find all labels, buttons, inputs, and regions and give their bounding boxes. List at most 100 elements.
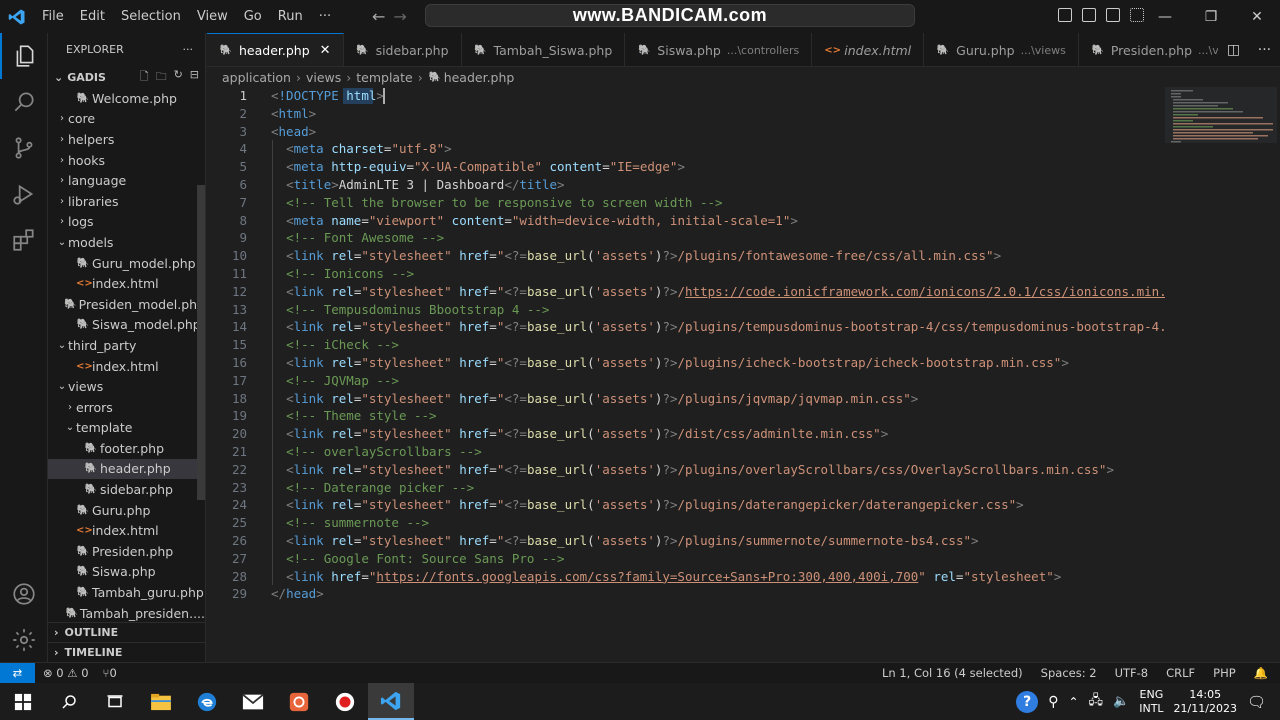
menu-view[interactable]: View xyxy=(189,0,236,33)
new-folder-icon[interactable]: 🗀 xyxy=(156,68,167,87)
menu-run[interactable]: Run xyxy=(270,0,311,33)
more-actions-icon[interactable]: ··· xyxy=(1258,42,1271,58)
action-center-icon[interactable]: 🗨 xyxy=(1247,693,1266,711)
mail-icon[interactable] xyxy=(230,683,276,720)
explorer-scrollbar[interactable] xyxy=(197,185,205,500)
account-icon[interactable] xyxy=(0,571,48,617)
forward-arrow-icon[interactable]: → xyxy=(393,7,406,26)
menu-go[interactable]: Go xyxy=(236,0,270,33)
tree-file[interactable]: <> index.html xyxy=(48,520,205,541)
cursor-position[interactable]: Ln 1, Col 16 (4 selected) xyxy=(882,666,1023,680)
volume-icon[interactable]: 🔈 xyxy=(1113,694,1129,709)
tab-close-icon[interactable]: ✕ xyxy=(320,43,331,58)
tab-guru-php[interactable]: 🐘 Guru.php ...\views xyxy=(924,33,1079,66)
show-hidden-icons-icon[interactable]: ⌃ xyxy=(1068,695,1078,709)
tree-folder[interactable]: › helpers xyxy=(48,129,205,150)
split-editor-icon[interactable]: ◫ xyxy=(1227,42,1240,58)
source-control-icon[interactable] xyxy=(0,125,48,171)
explorer-icon[interactable] xyxy=(0,33,48,79)
tree-folder[interactable]: ⌄ models xyxy=(48,232,205,253)
tree-folder[interactable]: › errors xyxy=(48,397,205,418)
input-language[interactable]: ENG INTL xyxy=(1139,688,1163,716)
tab-tambah-siswa-php[interactable]: 🐘 Tambah_Siswa.php xyxy=(462,33,626,66)
tree-file[interactable]: 🐘 footer.php xyxy=(48,438,205,459)
refresh-icon[interactable]: ↻ xyxy=(174,68,183,87)
taskbar-search-icon[interactable] xyxy=(46,683,92,720)
ports-indicator[interactable]: ⑂0 xyxy=(103,666,117,680)
command-center-search[interactable]: www.BANDICAM.com xyxy=(425,4,915,27)
tree-file[interactable]: 🐘 Presiden.php xyxy=(48,541,205,562)
menu-selection[interactable]: Selection xyxy=(113,0,189,33)
indentation[interactable]: Spaces: 2 xyxy=(1041,666,1097,680)
tree-folder[interactable]: ⌄ views xyxy=(48,376,205,397)
tree-file[interactable]: <> index.html xyxy=(48,356,205,377)
toggle-panel-icon[interactable] xyxy=(1082,8,1096,22)
collapse-all-icon[interactable]: ⊟ xyxy=(190,68,199,87)
tree-file[interactable]: 🐘 Guru.php xyxy=(48,500,205,521)
vscode-taskbar-icon[interactable] xyxy=(368,683,414,720)
tree-file[interactable]: 🐘 Tambah_presiden.... xyxy=(48,603,205,624)
tree-file[interactable]: 🐘 sidebar.php xyxy=(48,479,205,500)
windows-start-icon[interactable] xyxy=(0,683,46,720)
tab-header-php[interactable]: 🐘 header.php ✕ xyxy=(207,33,344,66)
breadcrumb-item[interactable]: header.php xyxy=(444,70,515,85)
tree-file[interactable]: 🐘 header.php xyxy=(48,458,205,480)
new-file-icon[interactable]: 🗋 xyxy=(140,68,149,87)
code-editor[interactable]: 1 <!DOCTYPE html> 2 <html> 3 <head> 4 <meta ch… xyxy=(207,87,1165,662)
clock[interactable]: 14:05 21/11/2023 xyxy=(1174,688,1237,716)
toggle-sidebar-icon[interactable] xyxy=(1058,8,1072,22)
encoding[interactable]: UTF-8 xyxy=(1115,666,1149,680)
tab-sidebar-php[interactable]: 🐘 sidebar.php xyxy=(344,33,462,66)
menu-more[interactable]: ··· xyxy=(311,0,339,33)
bandicam-record-icon[interactable] xyxy=(322,683,368,720)
tree-file[interactable]: 🐘 Siswa_model.php xyxy=(48,315,205,336)
timeline-label: TIMELINE xyxy=(64,646,123,659)
tree-folder[interactable]: ⌄ template xyxy=(48,418,205,439)
timeline-section[interactable]: › TIMELINE xyxy=(48,642,205,662)
run-debug-icon[interactable] xyxy=(0,171,48,217)
extensions-icon[interactable] xyxy=(0,217,48,263)
outline-section[interactable]: › OUTLINE xyxy=(48,622,205,642)
restore-icon[interactable]: ❐ xyxy=(1188,0,1234,33)
people-icon[interactable]: ⚲ xyxy=(1048,694,1058,710)
menu-edit[interactable]: Edit xyxy=(72,0,113,33)
tree-file[interactable]: 🐘 Guru_model.php xyxy=(48,253,205,274)
menu-file[interactable]: File xyxy=(34,0,72,33)
toggle-secondary-sidebar-icon[interactable] xyxy=(1106,8,1120,22)
minimap[interactable] xyxy=(1165,87,1280,662)
minimize-icon[interactable]: — xyxy=(1142,0,1188,33)
tab-siswa-php[interactable]: 🐘 Siswa.php ...\controllers xyxy=(625,33,813,66)
tree-folder[interactable]: ⌄ third_party xyxy=(48,335,205,356)
language-mode[interactable]: PHP xyxy=(1213,666,1236,680)
workspace-root[interactable]: ⌄ GADIS 🗋 🗀 ↻ ⊟ xyxy=(48,66,205,88)
tree-folder[interactable]: › core xyxy=(48,109,205,130)
breadcrumb-item[interactable]: views xyxy=(306,70,341,85)
tree-folder[interactable]: › hooks xyxy=(48,150,205,171)
search-icon[interactable] xyxy=(0,79,48,125)
problems-indicator[interactable]: ⊗ 0 ⚠ 0 xyxy=(43,666,89,680)
tree-file[interactable]: 🐘 Tambah_guru.php xyxy=(48,582,205,603)
task-view-icon[interactable] xyxy=(92,683,138,720)
edge-browser-icon[interactable] xyxy=(184,683,230,720)
office-app-icon[interactable] xyxy=(276,683,322,720)
tree-folder[interactable]: › language xyxy=(48,170,205,191)
help-icon[interactable]: ? xyxy=(1016,690,1039,713)
tree-file[interactable]: 🐘 Welcome.php xyxy=(48,88,205,109)
breadcrumb-item[interactable]: application xyxy=(222,70,291,85)
close-icon[interactable]: ✕ xyxy=(1234,0,1280,33)
explorer-more-button[interactable]: ··· xyxy=(183,43,194,56)
remote-indicator-icon[interactable]: ⇄ xyxy=(0,662,35,684)
notifications-bell-icon[interactable]: 🔔 xyxy=(1254,666,1268,680)
network-icon[interactable]: 🖧 xyxy=(1089,691,1104,713)
tab-index-html[interactable]: <> index.html xyxy=(812,33,925,66)
settings-gear-icon[interactable] xyxy=(0,617,48,663)
tree-file[interactable]: 🐘 Siswa.php xyxy=(48,562,205,583)
tree-folder[interactable]: › logs xyxy=(48,212,205,233)
tree-file[interactable]: 🐘 Presiden_model.php xyxy=(48,294,205,315)
tree-file[interactable]: <> index.html xyxy=(48,273,205,294)
breadcrumb-item[interactable]: template xyxy=(356,70,412,85)
tree-folder[interactable]: › libraries xyxy=(48,191,205,212)
file-explorer-icon[interactable] xyxy=(138,683,184,720)
line-ending[interactable]: CRLF xyxy=(1166,666,1195,680)
back-arrow-icon[interactable]: ← xyxy=(372,7,385,26)
